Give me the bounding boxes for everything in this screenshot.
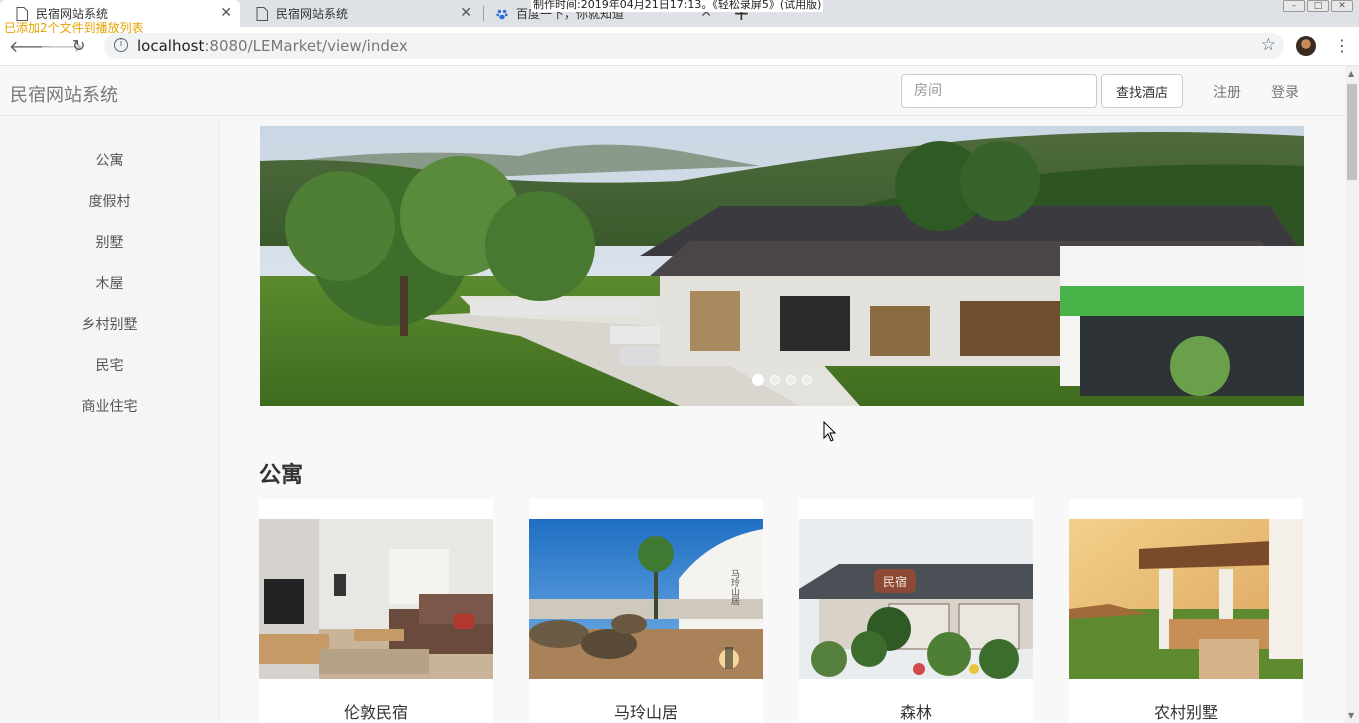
country-villa-image bbox=[1069, 519, 1303, 679]
forest-inn-image: 民宿 bbox=[799, 519, 1033, 679]
page-icon bbox=[256, 6, 268, 21]
scroll-down-arrow-icon[interactable]: ▼ bbox=[1348, 711, 1354, 720]
close-window-icon[interactable]: ✕ bbox=[1331, 0, 1353, 12]
scrollbar-thumb[interactable] bbox=[1347, 84, 1357, 180]
find-hotel-button[interactable]: 查找酒店 bbox=[1101, 74, 1183, 108]
tab-title: 民宿网站系统 bbox=[276, 7, 349, 21]
site-brand[interactable]: 民宿网站系统 bbox=[10, 81, 118, 107]
sidebar-item-commercial[interactable]: 商业住宅 bbox=[0, 396, 219, 416]
close-tab-icon[interactable]: ✕ bbox=[460, 5, 472, 21]
scroll-up-arrow-icon[interactable]: ▲ bbox=[1348, 69, 1354, 78]
carousel-slide-image bbox=[260, 126, 1304, 406]
listing-name[interactable]: 森林 bbox=[799, 699, 1033, 723]
sidebar-item-apartment[interactable]: 公寓 bbox=[0, 150, 219, 170]
url-path: :8080/LEMarket/view/index bbox=[204, 37, 408, 55]
info-icon[interactable]: i bbox=[114, 38, 128, 52]
browser-toolbar: 🡐 🡒 ↻ i localhost:8080/LEMarket/view/ind… bbox=[0, 27, 1359, 66]
listing-card[interactable]: 民宿 森林 bbox=[799, 499, 1033, 723]
web-page: 民宿网站系统 查找酒店 注册 登录 公寓 度假村 别墅 木屋 乡村别墅 民宅 商… bbox=[0, 66, 1359, 723]
playlist-notice: 已添加2个文件到播放列表 bbox=[4, 21, 144, 35]
address-bar[interactable]: i localhost:8080/LEMarket/view/index ☆ bbox=[104, 33, 1284, 59]
listing-name[interactable]: 农村别墅 bbox=[1069, 699, 1303, 723]
recorder-watermark: 制作时间:2019年04月21日17:13。《轻松录屏5》(试用版) bbox=[531, 0, 824, 12]
close-tab-icon[interactable]: ✕ bbox=[220, 5, 232, 21]
listing-photo[interactable]: 马玲山居 bbox=[529, 519, 763, 679]
living-room-image bbox=[259, 519, 493, 679]
sign-text: 马玲山居 bbox=[729, 569, 740, 606]
page-scrollbar[interactable]: ▲ ▼ bbox=[1345, 66, 1359, 723]
reload-icon[interactable]: ↻ bbox=[72, 36, 85, 55]
browser-tab-2[interactable]: 民宿网站系统 ✕ bbox=[240, 0, 480, 27]
listing-photo[interactable]: 民宿 bbox=[799, 519, 1033, 679]
sidebar-item-resort[interactable]: 度假村 bbox=[0, 191, 219, 211]
mouse-cursor-icon bbox=[823, 421, 837, 442]
listing-card[interactable]: 农村别墅 bbox=[1069, 499, 1303, 723]
login-link[interactable]: 登录 bbox=[1271, 82, 1299, 102]
register-link[interactable]: 注册 bbox=[1213, 82, 1241, 102]
mountain-inn-image: 马玲山居 bbox=[529, 519, 763, 679]
baidu-paw-icon bbox=[496, 9, 508, 19]
section-title: 公寓 bbox=[259, 463, 304, 488]
maximize-icon[interactable]: □ bbox=[1307, 0, 1329, 12]
url-host: localhost bbox=[137, 37, 205, 55]
listing-card[interactable]: 马玲山居 马玲山居 bbox=[529, 499, 763, 723]
browser-menu-icon[interactable]: ⋮ bbox=[1334, 36, 1350, 55]
site-navbar: 民宿网站系统 查找酒店 注册 登录 bbox=[0, 66, 1345, 116]
carousel-indicators bbox=[752, 374, 812, 386]
bookmark-star-icon[interactable]: ☆ bbox=[1261, 35, 1276, 55]
listing-photo[interactable] bbox=[1069, 519, 1303, 679]
hero-carousel[interactable] bbox=[260, 126, 1304, 406]
listing-name[interactable]: 伦敦民宿 bbox=[259, 699, 493, 723]
carousel-indicator[interactable] bbox=[752, 374, 764, 386]
url-text[interactable]: localhost:8080/LEMarket/view/index bbox=[137, 37, 408, 55]
minimize-icon[interactable]: – bbox=[1283, 0, 1305, 12]
carousel-indicator[interactable] bbox=[802, 375, 812, 385]
sidebar-item-cabin[interactable]: 木屋 bbox=[0, 273, 219, 293]
listing-card[interactable]: 伦敦民宿 bbox=[259, 499, 493, 723]
profile-avatar-icon[interactable] bbox=[1296, 36, 1316, 56]
sidebar-item-residence[interactable]: 民宅 bbox=[0, 355, 219, 375]
category-sidebar: 公寓 度假村 别墅 木屋 乡村别墅 民宅 商业住宅 bbox=[0, 117, 220, 723]
listing-name[interactable]: 马玲山居 bbox=[529, 699, 763, 723]
listing-photo[interactable] bbox=[259, 519, 493, 679]
sign-text: 民宿 bbox=[883, 574, 907, 589]
carousel-indicator[interactable] bbox=[770, 375, 780, 385]
room-search-input[interactable] bbox=[901, 74, 1097, 108]
carousel-indicator[interactable] bbox=[786, 375, 796, 385]
sidebar-item-country-villa[interactable]: 乡村别墅 bbox=[0, 314, 219, 334]
sidebar-item-villa[interactable]: 别墅 bbox=[0, 232, 219, 252]
window-controls: – □ ✕ bbox=[1283, 0, 1353, 12]
